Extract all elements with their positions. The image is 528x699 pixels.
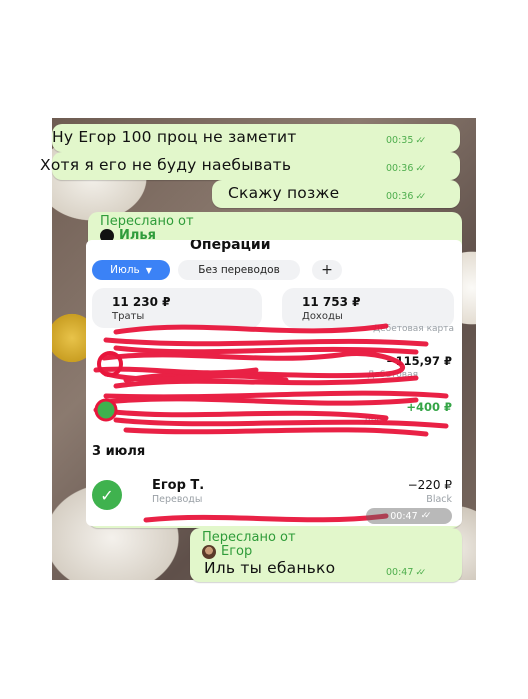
spent-summary: 11 230 ₽ Траты xyxy=(92,288,262,328)
double-check-icon: ✓✓ xyxy=(415,163,426,174)
forwarded-from-label: Переслано от xyxy=(202,530,296,545)
message-text: Ну Егор 100 проц не заметит xyxy=(52,128,297,146)
operation-amount: −220 ₽ xyxy=(407,478,452,492)
row3-subtitle: Деб xyxy=(363,416,382,426)
double-check-icon: ✓✓ xyxy=(415,135,426,146)
message-time: 00:47 xyxy=(390,510,418,522)
message-meta: 00:36 ✓✓ xyxy=(386,191,427,202)
avatar xyxy=(202,544,216,559)
message-time: 00:36 xyxy=(386,163,414,174)
message-text: Иль ты ебанько xyxy=(204,559,336,577)
red-scribble-overlay xyxy=(93,323,449,523)
message-meta: 00:36 ✓✓ xyxy=(386,163,427,174)
operation-category: Переводы xyxy=(152,494,203,505)
message-text: Скажу позже xyxy=(228,184,340,202)
message-time: 00:35 xyxy=(386,135,414,146)
double-check-icon: ✓✓ xyxy=(415,191,426,202)
forwarded-from-label: Переслано от xyxy=(100,214,194,229)
screenshot-title: Операции xyxy=(190,240,271,253)
message-meta: 00:35 ✓✓ xyxy=(386,135,427,146)
income-summary: 11 753 ₽ Доходы xyxy=(282,288,454,328)
row2-subtitle: Дебетовая xyxy=(367,370,418,380)
spent-amount: 11 230 ₽ xyxy=(112,295,171,309)
spent-label: Траты xyxy=(112,311,145,322)
message-time: 00:36 xyxy=(386,191,414,202)
month-filter-chip: Июль ▼ xyxy=(92,260,170,280)
month-filter-label: Июль xyxy=(110,264,140,276)
income-amount: 11 753 ₽ xyxy=(302,295,361,309)
operation-card: Black xyxy=(426,494,452,505)
transfers-filter-chip: Без переводов xyxy=(178,260,300,280)
message-text: Хотя я его не буду наебывать xyxy=(40,156,292,174)
bank-screenshot-image[interactable]: Операции Июль ▼ Без переводов + 11 230 ₽… xyxy=(86,240,462,526)
date-header: 3 июля xyxy=(92,444,146,459)
row1-subtitle: Дебетовая карта xyxy=(373,324,454,334)
screenshot-time-badge: 00:47 ✓✓ xyxy=(366,508,452,524)
forwarded-sender-name: Егор xyxy=(221,544,253,559)
forwarded-sender[interactable]: Егор xyxy=(202,544,252,559)
row2-amount: −115,97 ₽ xyxy=(385,354,452,368)
operation-name: Егор Т. xyxy=(152,478,205,493)
message-meta: 00:47 ✓✓ xyxy=(386,567,427,578)
transfer-icon: ✓ xyxy=(92,480,122,510)
outgoing-message[interactable]: Ну Егор 100 проц не заметит 00:35 ✓✓ xyxy=(52,124,460,152)
double-check-icon: ✓✓ xyxy=(420,511,432,521)
outgoing-message[interactable]: Хотя я его не буду наебывать 00:36 ✓✓ xyxy=(40,152,460,180)
chevron-down-icon: ▼ xyxy=(145,265,152,275)
forwarded-message[interactable]: Переслано от Егор Иль ты ебанько 00:47 ✓… xyxy=(190,528,462,582)
add-filter-chip: + xyxy=(312,260,342,280)
income-label: Доходы xyxy=(302,311,343,322)
row3-amount: +400 ₽ xyxy=(406,400,452,414)
double-check-icon: ✓✓ xyxy=(415,567,426,578)
message-time: 00:47 xyxy=(386,567,414,578)
outgoing-message[interactable]: Скажу позже 00:36 ✓✓ xyxy=(212,180,460,208)
